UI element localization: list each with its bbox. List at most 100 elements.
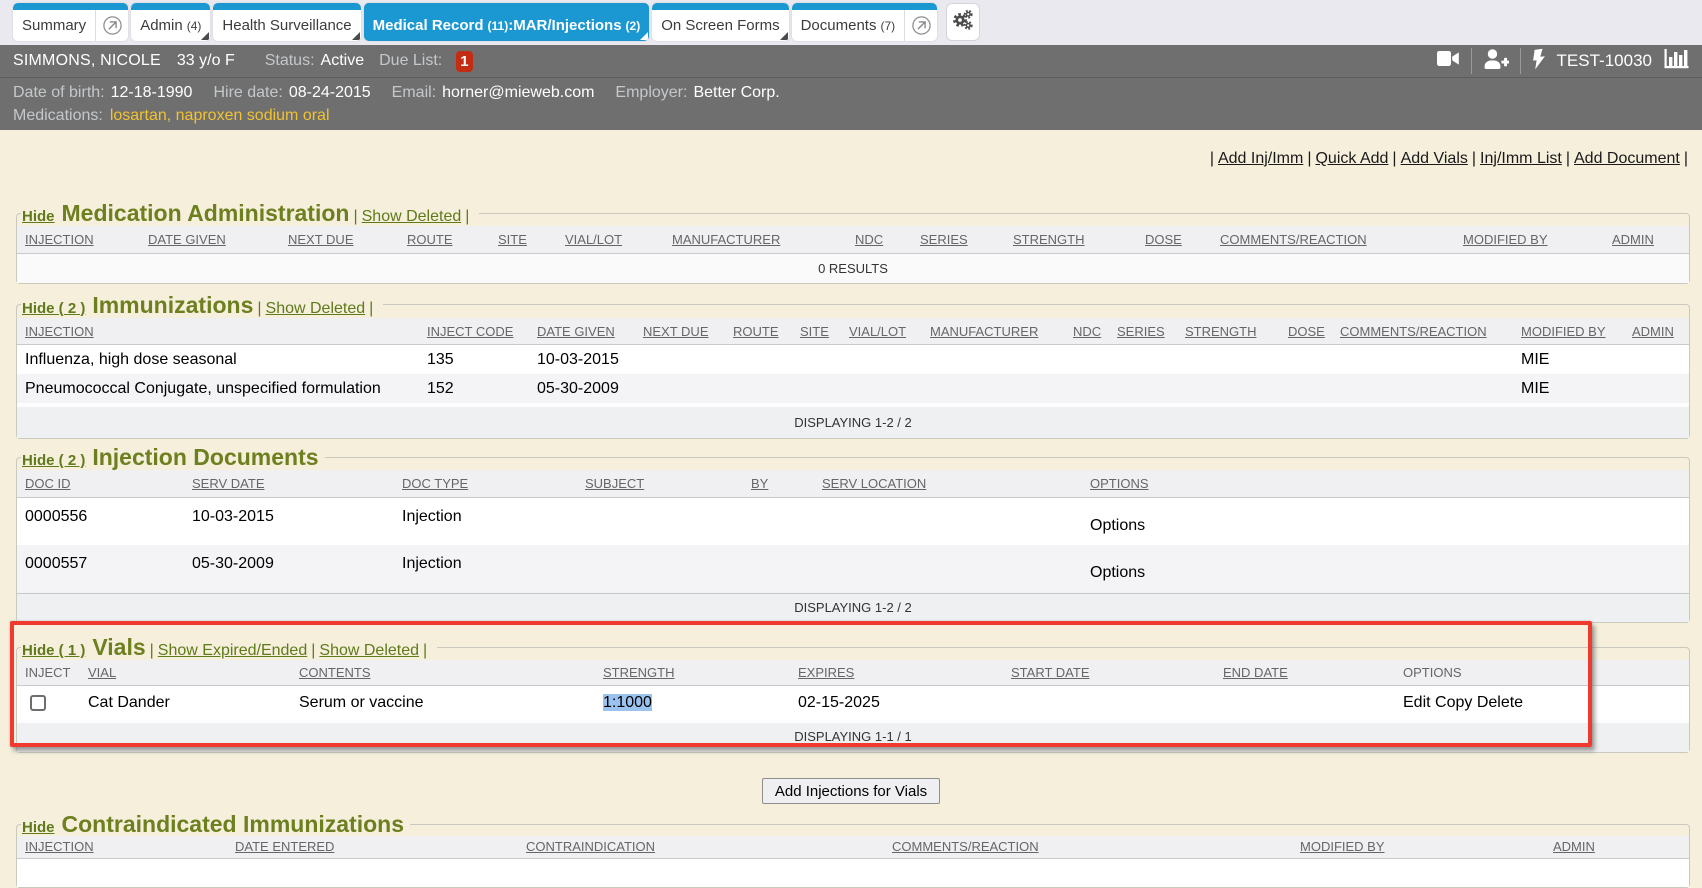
column-header[interactable]: SERIES (912, 226, 1005, 253)
column-header[interactable]: DOC TYPE (394, 470, 577, 497)
tab-admin[interactable]: Admin(4) (131, 3, 210, 41)
column-header[interactable]: INJECTION (17, 226, 140, 253)
column-header[interactable]: CONTENTS (291, 660, 595, 685)
section-link-show-deleted[interactable]: Show Deleted (319, 642, 419, 659)
column-header[interactable]: INJECTION (17, 318, 419, 345)
hire-date-value: 08-24-2015 (289, 84, 371, 101)
column-header[interactable]: MANUFACTURER (664, 226, 847, 253)
add-injections-for-vials-button[interactable]: Add Injections for Vials (762, 778, 940, 804)
action-link-add-document[interactable]: Add Document (1574, 150, 1680, 167)
action-link-inj-imm-list[interactable]: Inj/Imm List (1480, 150, 1562, 167)
video-icon[interactable] (1436, 49, 1460, 73)
column-header[interactable]: SERIES (1109, 318, 1177, 345)
column-header[interactable]: START DATE (1003, 660, 1215, 685)
options-link[interactable]: Options (1090, 563, 1145, 582)
medication-link-naproxen[interactable]: naproxen sodium oral (176, 107, 330, 124)
column-header[interactable]: SITE (490, 226, 557, 253)
column-header[interactable]: MODIFIED BY (1513, 318, 1624, 345)
table-medication-administration: INJECTIONDATE GIVENNEXT DUEROUTESITEVIAL… (17, 226, 1689, 283)
action-link-add-inj-imm[interactable]: Add Inj/Imm (1218, 150, 1303, 167)
table-cell: Pneumococcal Conjugate, unspecified form… (17, 374, 419, 405)
column-header[interactable]: STRENGTH (1177, 318, 1280, 345)
table-header-row: INJECTIONINJECT CODEDATE GIVENNEXT DUERO… (17, 318, 1689, 345)
action-link-quick-add[interactable]: Quick Add (1315, 150, 1388, 167)
tab-documents[interactable]: Documents(7) (792, 3, 938, 41)
column-header[interactable]: NEXT DUE (635, 318, 725, 345)
options-link[interactable]: Options (1090, 516, 1145, 535)
column-header[interactable]: STRENGTH (595, 660, 790, 685)
column-header[interactable]: INJECTION (17, 836, 227, 858)
hide-link[interactable]: Hide ( 2 ) (22, 300, 85, 317)
column-header[interactable]: ADMIN (1604, 226, 1689, 253)
column-header[interactable]: MODIFIED BY (1455, 226, 1604, 253)
column-header[interactable]: ROUTE (725, 318, 792, 345)
column-header[interactable]: NDC (1065, 318, 1109, 345)
column-header[interactable]: VIAL/LOT (557, 226, 664, 253)
chart-stats-icon[interactable] (1663, 47, 1689, 76)
column-header[interactable]: ADMIN (1624, 318, 1689, 345)
column-header[interactable]: SERV LOCATION (814, 470, 1082, 497)
column-header[interactable]: MODIFIED BY (1292, 836, 1545, 858)
hide-link[interactable]: Hide (22, 819, 55, 836)
column-header[interactable]: CONTRAINDICATION (518, 836, 884, 858)
cell-text: 05-30-2009 (192, 555, 274, 572)
column-header[interactable]: INJECT CODE (419, 318, 529, 345)
hide-link[interactable]: Hide ( 1 ) (22, 642, 85, 659)
cell-text: 10-03-2015 (192, 508, 274, 525)
column-header[interactable]: ROUTE (399, 226, 490, 253)
column-header[interactable]: EXPIRES (790, 660, 1003, 685)
column-header[interactable]: NDC (847, 226, 912, 253)
column-header[interactable]: OPTIONS (1082, 470, 1689, 497)
section-link-show-deleted[interactable]: Show Deleted (362, 208, 462, 225)
column-header[interactable]: BY (743, 470, 814, 497)
tab-health-surveillance[interactable]: Health Surveillance (213, 3, 360, 41)
medication-link-losartan[interactable]: losartan (110, 107, 167, 124)
hide-link[interactable]: Hide ( 2 ) (22, 452, 85, 469)
open-new-window-icon[interactable] (95, 10, 128, 41)
column-header[interactable]: MANUFACTURER (922, 318, 1065, 345)
vial-inject-checkbox[interactable] (30, 695, 46, 711)
table-cell (841, 374, 922, 405)
column-header-label: DOC ID (25, 476, 71, 491)
section-title: Vials (92, 634, 145, 660)
section-legend: HideContraindicated Immunizations (21, 812, 410, 836)
column-header[interactable]: DATE GIVEN (529, 318, 635, 345)
column-header[interactable]: COMMENTS/REACTION (1212, 226, 1455, 253)
column-header[interactable]: END DATE (1215, 660, 1395, 685)
column-header[interactable]: SITE (792, 318, 841, 345)
column-header[interactable]: VIAL/LOT (841, 318, 922, 345)
tab-on-screen-forms[interactable]: On Screen Forms (652, 3, 788, 41)
table-cell (1003, 685, 1215, 721)
column-header[interactable]: DOSE (1280, 318, 1332, 345)
hide-link[interactable]: Hide (22, 208, 55, 225)
section-link-show-deleted[interactable]: Show Deleted (266, 300, 366, 317)
section-link-show-expired-ended[interactable]: Show Expired/Ended (158, 642, 307, 659)
table-cell (814, 497, 1082, 545)
action-link-add-vials[interactable]: Add Vials (1401, 150, 1468, 167)
tab-settings-cogs-button[interactable] (946, 3, 980, 41)
table-cell: 0000556 (17, 497, 184, 545)
column-header[interactable]: DATE GIVEN (140, 226, 280, 253)
column-header[interactable]: COMMENTS/REACTION (1332, 318, 1513, 345)
column-header[interactable]: VIAL (80, 660, 291, 685)
column-header[interactable]: ADMIN (1545, 836, 1689, 858)
tab-medical-record-11-mar-injections-2[interactable]: Medical Record (11):MAR/Injections (2) (364, 3, 650, 41)
column-header[interactable]: SUBJECT (577, 470, 743, 497)
column-header[interactable]: DOC ID (17, 470, 184, 497)
column-header-label: COMMENTS/REACTION (1340, 324, 1487, 339)
column-header[interactable]: DOSE (1137, 226, 1212, 253)
column-header-label: EXPIRES (798, 665, 854, 680)
column-header[interactable]: COMMENTS/REACTION (884, 836, 1292, 858)
tab-summary[interactable]: Summary (13, 3, 128, 41)
due-list-badge[interactable]: 1 (456, 51, 472, 72)
column-header-label: CONTRAINDICATION (526, 839, 655, 854)
open-new-window-icon[interactable] (904, 10, 937, 41)
column-header[interactable]: DATE ENTERED (227, 836, 518, 858)
column-header[interactable]: NEXT DUE (280, 226, 399, 253)
column-header[interactable]: STRENGTH (1005, 226, 1137, 253)
column-header-label: SERV DATE (192, 476, 264, 491)
add-user-icon[interactable] (1483, 48, 1509, 75)
column-header[interactable]: SERV DATE (184, 470, 394, 497)
table-cell (518, 858, 884, 887)
quick-action-bolt-icon[interactable] (1532, 48, 1546, 75)
